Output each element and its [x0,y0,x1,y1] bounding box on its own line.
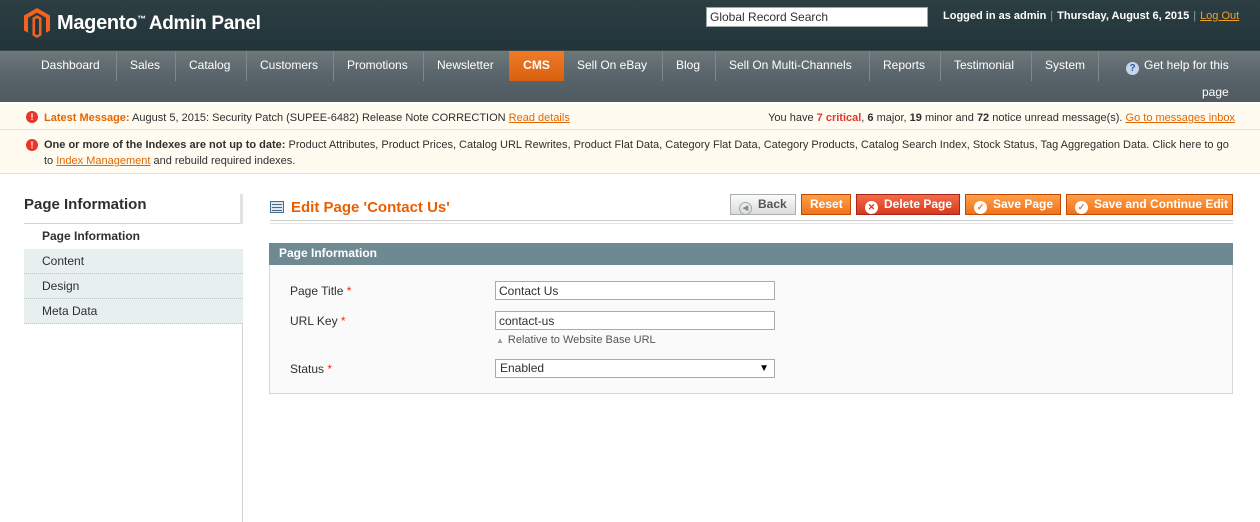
unread-summary: You have 7 critical, 6 major, 19 minor a… [768,112,1235,124]
nav-catalog[interactable]: Catalog [175,51,230,81]
note-triangle-icon: ▲ [496,336,504,345]
magento-logo-icon [24,8,50,38]
sidebar-border-accent [240,194,243,224]
brand-title: Magento™ Admin Panel [57,12,261,34]
dropdown-arrow-icon: ▼ [759,363,769,374]
logged-in-text: Logged in as admin [943,10,1047,22]
latest-message-text: August 5, 2015: Security Patch (SUPEE-64… [132,112,506,124]
tab-design[interactable]: Design [24,274,243,299]
url-key-note: ▲ Relative to Website Base URL [496,334,656,346]
status-label: Status * [290,362,333,376]
global-search-input[interactable] [706,7,928,27]
nav-promotions[interactable]: Promotions [333,51,408,81]
nav-customers[interactable]: Customers [246,51,318,81]
admin-header: Magento™Admin Panel Logged in as admin|T… [0,0,1260,50]
error-icon: ! [26,111,38,123]
nav-divider [1098,51,1099,81]
nav-system[interactable]: System [1031,51,1085,81]
nav-sell-on-ebay[interactable]: Sell On eBay [577,51,647,81]
sidebar-title: Page Information [24,196,147,213]
latest-message-bar: ! Latest Message: August 5, 2015: Securi… [0,104,1260,130]
back-arrow-icon: ◀ [739,202,752,215]
save-and-continue-button[interactable]: ✓ Save and Continue Edit [1066,194,1233,215]
page-title-input[interactable] [495,281,775,300]
nav-cms[interactable]: CMS [509,51,564,81]
main-nav: Dashboard Sales Catalog Customers Promot… [0,50,1260,102]
url-key-input[interactable] [495,311,775,330]
save-check-icon: ✓ [1075,201,1088,214]
nav-blog[interactable]: Blog [662,51,700,81]
help-icon: ? [1126,62,1139,75]
reset-button[interactable]: Reset [801,194,851,215]
fieldset-title: Page Information [269,243,1233,265]
page-title-label: Page Title * [290,284,352,298]
nav-reports[interactable]: Reports [869,51,925,81]
index-warning-bar: ! One or more of the Indexes are not up … [0,130,1260,174]
logout-link[interactable]: Log Out [1200,10,1239,22]
index-warning-title: One or more of the Indexes are not up to… [44,139,286,151]
nav-dashboard[interactable]: Dashboard [41,51,100,81]
nav-sales[interactable]: Sales [116,51,160,81]
tab-page-information[interactable]: Page Information [24,224,243,249]
read-details-link[interactable]: Read details [509,112,570,124]
back-button[interactable]: ◀ Back [730,194,796,215]
status-select[interactable]: Enabled ▼ [495,359,775,378]
current-date: Thursday, August 6, 2015 [1057,10,1190,22]
user-bar: Logged in as admin | Thursday, August 6, 2… [943,10,1240,22]
index-warning-tail: and rebuild required indexes. [153,155,296,167]
title-divider [270,220,1233,224]
save-check-icon: ✓ [974,201,987,214]
tab-content[interactable]: Content [24,249,243,274]
url-key-label: URL Key * [290,314,346,328]
delete-icon: ✕ [865,201,878,214]
help-link-line2[interactable]: page [1202,78,1229,106]
delete-page-button[interactable]: ✕ Delete Page [856,194,960,215]
page-title: Edit Page 'Contact Us' [291,199,450,216]
tab-meta-data[interactable]: Meta Data [24,299,243,324]
latest-message-label: Latest Message: [44,112,130,124]
messages-inbox-link[interactable]: Go to messages inbox [1126,112,1235,124]
page-edit-icon [270,201,284,213]
nav-newsletter[interactable]: Newsletter [423,51,494,81]
nav-sell-on-multi-channels[interactable]: Sell On Multi-Channels [715,51,852,81]
save-page-button[interactable]: ✓ Save Page [965,194,1061,215]
error-icon: ! [26,139,38,151]
index-management-link[interactable]: Index Management [56,155,150,167]
help-link[interactable]: ? Get help for this [1126,51,1229,79]
nav-testimonial[interactable]: Testimonial [940,51,1014,81]
